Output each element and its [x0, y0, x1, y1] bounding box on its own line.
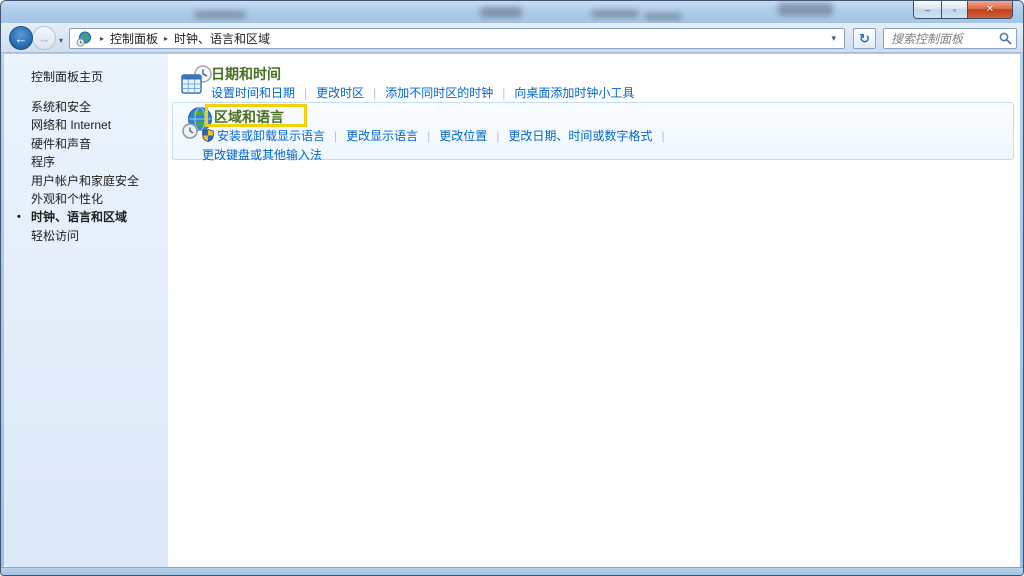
back-button[interactable]: ← — [9, 26, 33, 50]
link-add-clocks[interactable]: 添加不同时区的时钟 — [385, 86, 493, 100]
forward-button[interactable]: → — [32, 26, 56, 50]
link-separator: | — [496, 129, 499, 143]
sidebar-item-programs[interactable]: 程序 — [31, 153, 168, 171]
sidebar-item-user-accounts[interactable]: 用户帐户和家庭安全 — [31, 172, 168, 190]
section-date-time: 日期和时间 设置时间和日期 | 更改时区 | 添加不同时区的时钟 | 向桌面添加时钟小工具 — [181, 64, 634, 103]
breadcrumb-clock-language-region[interactable]: 时钟、语言和区域 — [174, 30, 270, 47]
address-dropdown-icon[interactable]: ▾ — [827, 33, 840, 44]
link-change-keyboards-input-methods[interactable]: 更改键盘或其他输入法 — [202, 148, 322, 162]
window-bottom-border — [1, 567, 1023, 575]
refresh-icon: ↻ — [859, 31, 870, 47]
region-language-links-row1: 安装或卸载显示语言 | 更改显示语言 | 更改位置 | 更改日期、时间或数字格式 | — [202, 127, 674, 146]
link-change-date-time-number-formats[interactable]: 更改日期、时间或数字格式 — [508, 129, 652, 143]
link-install-uninstall-languages[interactable]: 安装或卸载显示语言 — [217, 129, 325, 143]
search-box[interactable] — [883, 28, 1017, 49]
link-separator: | — [334, 129, 337, 143]
sidebar-item-hardware-sound[interactable]: 硬件和声音 — [31, 135, 168, 153]
selected-bullet-icon: • — [17, 208, 21, 226]
minimize-button[interactable]: – — [913, 1, 942, 19]
forward-arrow-icon: → — [38, 31, 51, 46]
breadcrumb-arrow-icon: ▸ — [164, 34, 168, 43]
blurred-artifact — [778, 3, 833, 16]
back-arrow-icon: ← — [15, 31, 28, 46]
sidebar-item-network-internet[interactable]: 网络和 Internet — [31, 116, 168, 134]
maximize-button[interactable]: ▫ — [941, 1, 968, 19]
link-separator: | — [373, 86, 376, 100]
region-language-title[interactable]: 区域和语言 — [214, 107, 674, 127]
clock-region-category-icon — [76, 31, 92, 47]
link-change-time-zone[interactable]: 更改时区 — [316, 86, 364, 100]
date-time-title[interactable]: 日期和时间 — [211, 64, 634, 84]
link-separator: | — [427, 129, 430, 143]
link-change-display-language[interactable]: 更改显示语言 — [346, 129, 418, 143]
link-set-time-date[interactable]: 设置时间和日期 — [211, 86, 295, 100]
blurred-artifact — [644, 13, 682, 20]
breadcrumb-control-panel[interactable]: 控制面板 — [110, 30, 158, 47]
link-separator: | — [502, 86, 505, 100]
sidebar-item-label: 时钟、语言和区域 — [31, 210, 127, 224]
blurred-artifact — [480, 7, 522, 18]
section-region-language[interactable]: 区域和语言 安装或卸载显示语言 | 更改显示语言 | 更改位置 | 更改日期、时间或数字格式… — [172, 102, 1014, 160]
date-time-links: 设置时间和日期 | 更改时区 | 添加不同时区的时钟 | 向桌面添加时钟小工具 — [211, 84, 634, 103]
uac-shield-icon — [202, 129, 214, 142]
blurred-artifact — [194, 11, 246, 19]
close-icon: ✕ — [986, 4, 994, 15]
link-separator: | — [661, 129, 664, 143]
recent-pages-dropdown[interactable]: ▾ — [59, 36, 63, 45]
breadcrumb-arrow-icon: ▸ — [100, 34, 104, 43]
title-bar[interactable] — [1, 1, 1023, 23]
search-input[interactable] — [891, 32, 999, 46]
sidebar-item-control-panel-home[interactable]: 控制面板主页 — [31, 68, 168, 85]
link-separator: | — [304, 86, 307, 100]
sidebar-item-appearance[interactable]: 外观和个性化 — [31, 190, 168, 208]
address-bar[interactable]: ▸ 控制面板 ▸ 时钟、语言和区域 ▾ — [69, 28, 845, 49]
sidebar-item-clock-language-region[interactable]: • 时钟、语言和区域 — [31, 208, 168, 226]
region-language-links-row2: 更改键盘或其他输入法 — [202, 146, 674, 165]
sidebar-item-ease-of-access[interactable]: 轻松访问 — [31, 227, 168, 245]
refresh-button[interactable]: ↻ — [853, 28, 876, 49]
link-change-location[interactable]: 更改位置 — [439, 129, 487, 143]
sidebar: 控制面板主页 系统和安全 网络和 Internet 硬件和声音 程序 用户帐户和… — [4, 54, 168, 567]
minimize-icon: – — [925, 5, 930, 15]
date-time-icon — [181, 65, 213, 97]
maximize-icon: ▫ — [953, 5, 956, 15]
sidebar-item-system-security[interactable]: 系统和安全 — [31, 98, 168, 116]
caption-buttons: – ▫ ✕ — [914, 1, 1013, 19]
search-icon — [999, 32, 1012, 45]
navigation-bar: ← → ▾ ▸ 控制面板 ▸ 时钟、语言和区域 ▾ ↻ — [1, 23, 1023, 53]
content-area: 控制面板主页 系统和安全 网络和 Internet 硬件和声音 程序 用户帐户和… — [4, 53, 1020, 567]
close-button[interactable]: ✕ — [967, 1, 1013, 19]
blurred-artifact — [591, 10, 639, 18]
sidebar-category-list: 系统和安全 网络和 Internet 硬件和声音 程序 用户帐户和家庭安全 外观… — [4, 98, 168, 245]
control-panel-window: – ▫ ✕ ← → ▾ ▸ 控制面板 ▸ 时钟、语言和区域 ▾ ↻ — [0, 0, 1024, 576]
link-add-clock-gadget[interactable]: 向桌面添加时钟小工具 — [514, 86, 634, 100]
